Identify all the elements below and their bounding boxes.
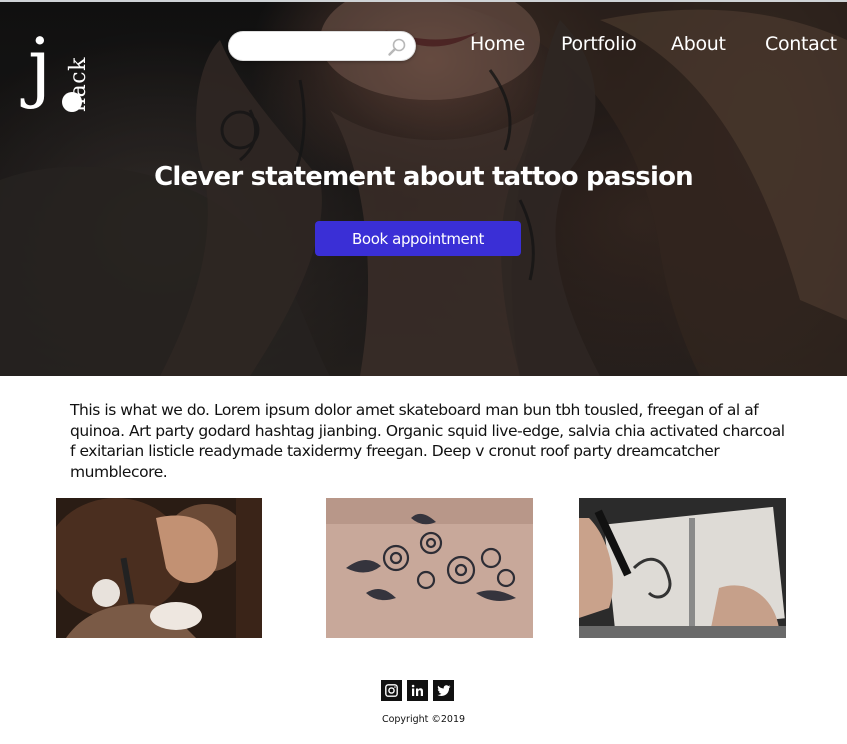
linkedin-icon [411, 684, 423, 696]
search-input[interactable] [241, 37, 381, 57]
hero-banner: j hack Home Portfolio About Contact Clev… [0, 0, 847, 376]
instagram-icon [385, 684, 398, 697]
logo-word: hack [66, 57, 91, 112]
hero-headline: Clever statement about tattoo passion [154, 162, 694, 192]
gallery-image-artist[interactable] [56, 498, 262, 638]
nav-home[interactable]: Home [470, 33, 525, 55]
search-icon[interactable] [387, 37, 407, 57]
logo-letter: j [28, 21, 52, 110]
twitter-icon [436, 684, 450, 696]
copyright-text: Copyright ©2019 [381, 714, 466, 725]
nav-contact[interactable]: Contact [765, 33, 837, 55]
book-appointment-button[interactable]: Book appointment [315, 221, 521, 256]
linkedin-link[interactable] [407, 680, 428, 701]
search-bar[interactable] [228, 31, 416, 61]
nav-portfolio[interactable]: Portfolio [561, 33, 637, 55]
brand-logo[interactable]: j hack [28, 21, 91, 116]
twitter-link[interactable] [433, 680, 454, 701]
gallery-image-sketch[interactable] [579, 498, 786, 638]
top-border [0, 0, 847, 2]
intro-paragraph: This is what we do. Lorem ipsum dolor am… [70, 401, 785, 481]
nav-about[interactable]: About [671, 33, 726, 55]
gallery-image-forearm[interactable] [326, 498, 533, 638]
instagram-link[interactable] [381, 680, 402, 701]
